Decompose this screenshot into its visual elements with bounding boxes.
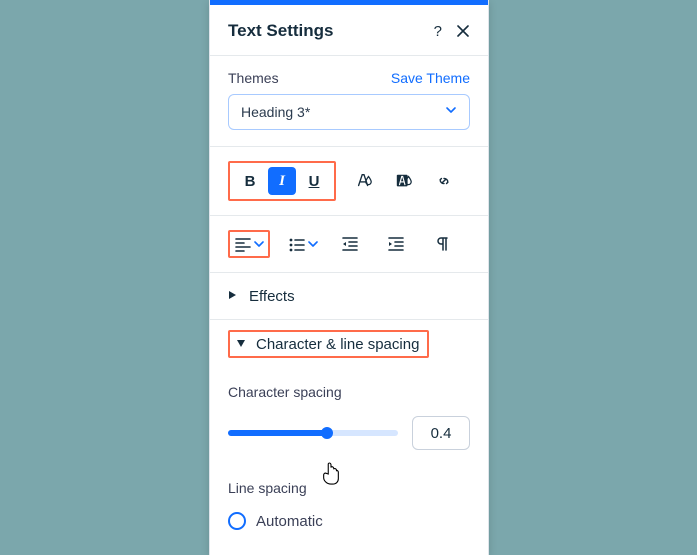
text-style-toolbar: B I U — [210, 147, 488, 215]
spacing-accordion[interactable]: Character & line spacing — [210, 320, 488, 368]
highlight-color-button[interactable] — [390, 167, 418, 195]
color-link-tools — [350, 167, 458, 195]
close-icon[interactable] — [456, 24, 470, 38]
automatic-radio-label: Automatic — [256, 513, 323, 530]
indent-button[interactable] — [382, 230, 410, 258]
underline-button[interactable]: U — [300, 167, 328, 195]
char-spacing-slider[interactable] — [228, 430, 398, 436]
text-settings-panel: Text Settings ? Themes Save Theme Headin… — [209, 0, 489, 555]
automatic-radio[interactable] — [228, 512, 246, 530]
help-icon[interactable]: ? — [434, 23, 442, 40]
themes-section: Themes Save Theme Heading 3* — [210, 56, 488, 146]
line-spacing-section: Line spacing — [210, 472, 488, 498]
slider-fill — [228, 430, 327, 436]
theme-select[interactable]: Heading 3* — [228, 94, 470, 130]
slider-thumb[interactable] — [321, 427, 333, 439]
tutorial-highlight-align — [228, 230, 270, 258]
text-color-button[interactable] — [350, 167, 378, 195]
char-spacing-control: 0.4 — [228, 416, 470, 450]
direction-button[interactable] — [428, 230, 456, 258]
panel-header: Text Settings ? — [210, 5, 488, 55]
themes-label-row: Themes Save Theme — [228, 70, 470, 86]
tutorial-highlight-spacing: Character & line spacing — [228, 330, 429, 358]
theme-select-value: Heading 3* — [241, 104, 310, 120]
list-button[interactable] — [288, 235, 318, 253]
character-spacing-section: Character spacing 0.4 — [210, 368, 488, 450]
spacing-label: Character & line spacing — [256, 336, 419, 353]
save-theme-link[interactable]: Save Theme — [391, 70, 470, 86]
header-actions: ? — [434, 23, 470, 40]
paragraph-toolbar — [210, 216, 488, 272]
outdent-button[interactable] — [336, 230, 364, 258]
char-spacing-label: Character spacing — [228, 384, 342, 400]
line-spacing-option-row: Automatic — [210, 508, 488, 530]
link-button[interactable] — [430, 167, 458, 195]
char-spacing-value[interactable]: 0.4 — [412, 416, 470, 450]
effects-label: Effects — [249, 288, 295, 305]
triangle-right-icon — [228, 287, 237, 305]
triangle-down-icon — [236, 335, 246, 353]
tutorial-highlight-style: B I U — [228, 161, 336, 201]
panel-title: Text Settings — [228, 21, 434, 41]
themes-label: Themes — [228, 70, 279, 86]
bold-button[interactable]: B — [236, 167, 264, 195]
italic-button[interactable]: I — [268, 167, 296, 195]
effects-accordion[interactable]: Effects — [210, 273, 488, 319]
chevron-down-icon — [445, 103, 457, 121]
align-button[interactable] — [234, 235, 264, 253]
line-spacing-label: Line spacing — [228, 480, 307, 496]
